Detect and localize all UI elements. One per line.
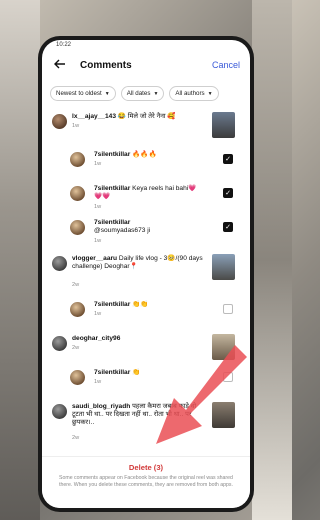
comment-body: 🔥🔥🔥 [132,151,157,158]
comment-time: 1w [94,204,102,210]
select-checkbox[interactable]: ✓ [223,154,233,164]
check-icon: ✓ [225,156,231,163]
comments-screen: 10:22 Comments Cancel Newest to oldest ▼… [42,40,250,508]
comment-text: saudi_blog_riyadh पहला कैमरा जबाब फाड़े … [72,403,204,427]
list-item: 7silentkillar @soumyadas673 ji 1w ✓ [42,218,250,250]
status-bar: 10:22 [42,40,250,50]
date-filter[interactable]: All dates ▼ [120,86,165,101]
avatar [52,336,67,351]
check-icon: ✓ [225,224,231,231]
reel-thumbnail[interactable] [212,402,235,428]
avatar [52,114,67,129]
facebook-note: Some comments appear on Facebook because… [59,475,233,488]
comment-username: 7silentkillar [94,369,131,376]
author-filter-label: All authors [175,90,205,97]
comment-time: 2w [72,435,80,441]
comment-username: deoghar_city96 [72,335,121,342]
comment-username: 7silentkillar [94,185,131,192]
reel-thumbnail[interactable] [212,254,235,280]
check-icon: ✓ [225,190,231,197]
footer: Delete (3) Some comments appear on Faceb… [42,456,250,508]
select-checkbox[interactable]: ✓ [223,188,233,198]
status-time: 10:22 [56,42,72,48]
comment-text: deoghar_city96 [72,335,204,343]
chevron-down-icon: ▼ [104,90,110,97]
list-item: deoghar_city96 2w [42,334,250,364]
comment-time: 1w [94,379,102,385]
comment-username: 7silentkillar [94,151,131,158]
comment-text: 7silentkillar 👏👏 [94,301,204,309]
list-item: lx__ajay__143 😂 मिले जो तेरे नैना 🥰 1w [42,112,250,144]
avatar [52,256,67,271]
list-item: 7silentkillar Keya reels hai bahi💗💗💗 1w … [42,184,250,216]
filter-bar: Newest to oldest ▼ All dates ▼ All autho… [42,80,250,105]
comment-time: 1w [94,311,102,317]
header: Comments Cancel [42,50,250,80]
comment-time: 1w [94,161,102,167]
comment-body: @soumyadas673 ji [94,227,151,234]
list-item: 7silentkillar 👏👏 1w [42,300,250,328]
chevron-down-icon: ▼ [207,90,213,97]
date-filter-label: All dates [126,90,151,97]
comment-username: vlogger__aaru [72,255,118,262]
comment-username: 7silentkillar [94,219,131,226]
comment-time: 2w [72,345,80,351]
list-item: vlogger__aaru Daily life vlog - 3🥺/(90 d… [42,254,250,294]
background-left [0,0,40,520]
background-right [252,0,292,520]
comment-body: 😂 मिले जो तेरे नैना 🥰 [117,113,176,120]
chevron-down-icon: ▼ [153,90,159,97]
avatar [70,152,85,167]
comment-text: lx__ajay__143 😂 मिले जो तेरे नैना 🥰 [72,113,212,121]
select-checkbox[interactable] [223,304,233,314]
back-button[interactable] [52,57,68,73]
comment-username: lx__ajay__143 [72,113,117,120]
cancel-button[interactable]: Cancel [212,60,240,70]
list-item: 7silentkillar 🔥🔥🔥 1w ✓ [42,150,250,180]
arrow-left-icon [54,56,66,74]
avatar [70,220,85,235]
avatar [70,186,85,201]
sort-filter[interactable]: Newest to oldest ▼ [50,86,116,101]
comment-text: 7silentkillar Keya reels hai bahi💗💗💗 [94,185,204,201]
sort-filter-label: Newest to oldest [56,90,102,97]
reel-thumbnail[interactable] [212,112,235,138]
avatar [52,404,67,419]
comment-time: 1w [72,123,80,129]
reel-thumbnail[interactable] [212,334,235,360]
comment-text: 7silentkillar 👏 [94,369,204,377]
comment-list: lx__ajay__143 😂 मिले जो तेरे नैना 🥰 1w 7… [42,108,250,508]
author-filter[interactable]: All authors ▼ [169,86,219,101]
page-title: Comments [80,59,132,71]
list-item: 7silentkillar 👏 1w [42,368,250,396]
select-checkbox[interactable]: ✓ [223,222,233,232]
comment-username: 7silentkillar [94,301,131,308]
delete-button[interactable]: Delete (3) [42,463,250,472]
comment-text: 7silentkillar @soumyadas673 ji [94,219,204,235]
comment-time: 2w [72,282,80,288]
comment-username: saudi_blog_riyadh [72,403,131,410]
comment-body: 👏👏 [132,301,149,308]
avatar [70,302,85,317]
comment-body: 👏 [132,369,141,376]
comment-text: vlogger__aaru Daily life vlog - 3🥺/(90 d… [72,255,204,271]
list-item: saudi_blog_riyadh पहला कैमरा जबाब फाड़े … [42,402,250,442]
avatar [70,370,85,385]
phone-frame: 10:22 Comments Cancel Newest to oldest ▼… [38,36,254,512]
comment-time: 1w [94,238,102,244]
comment-text: 7silentkillar 🔥🔥🔥 [94,151,214,159]
select-checkbox[interactable] [223,372,233,382]
